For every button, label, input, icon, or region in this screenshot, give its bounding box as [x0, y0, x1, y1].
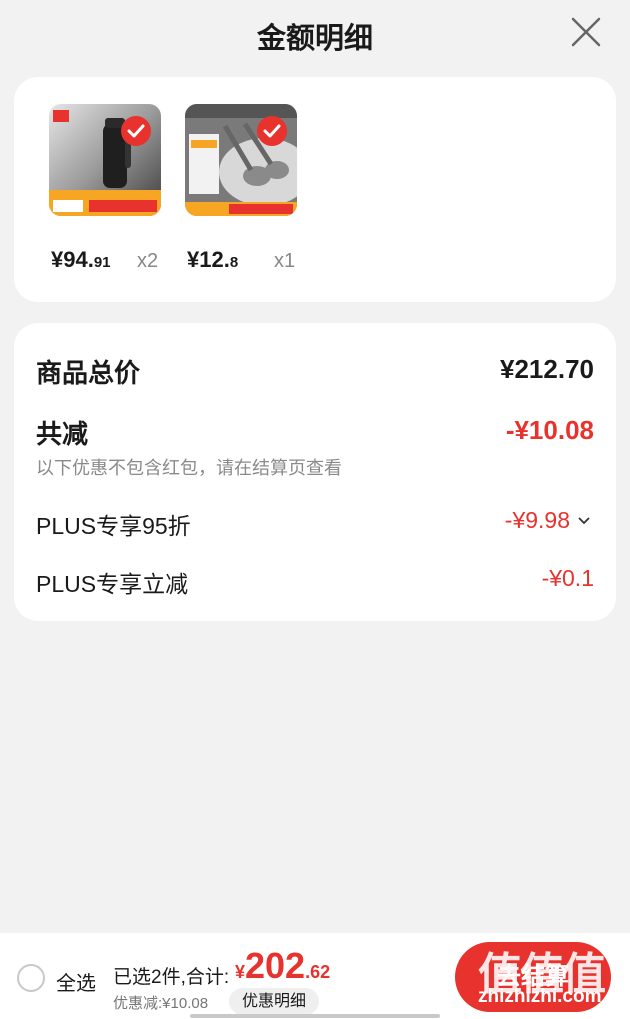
discount-summary: 优惠减:¥10.08 [113, 995, 209, 1012]
selected-count: 已选2件,合计: [113, 967, 230, 988]
selected-check-icon[interactable] [257, 116, 287, 146]
checkout-button[interactable]: 去结算 [455, 942, 611, 1012]
home-indicator[interactable] [190, 1014, 440, 1018]
modal-header: 金额明细 [0, 0, 630, 68]
total-price-label: 商品总价 [36, 358, 141, 388]
discount-item-row[interactable]: PLUS专享95折 -¥9.98 [36, 507, 594, 539]
selected-check-icon[interactable] [121, 116, 151, 146]
reduce-value: -¥10.08 [505, 415, 594, 445]
product-quantity: x2 [137, 250, 159, 272]
discount-item-value: -¥0.1 [541, 565, 594, 591]
page-title: 金额明细 [256, 23, 373, 55]
product-price: ¥12.8 [187, 247, 239, 272]
amount-summary-card: 商品总价 ¥212.70 共减 -¥10.08 以下优惠不包含红包，请在结算页查… [14, 323, 616, 621]
total-price-value: ¥212.70 [500, 354, 594, 384]
product-quantity: x1 [274, 250, 296, 272]
select-all-label[interactable]: 全选 [56, 967, 96, 996]
close-icon[interactable] [570, 16, 602, 48]
discount-item-row: PLUS专享立减 -¥0.1 [36, 565, 594, 597]
discount-note-row: 以下优惠不包含红包，请在结算页查看 [36, 454, 594, 478]
reduce-row: 共减 -¥10.08 [36, 414, 594, 449]
select-all-radio[interactable] [17, 964, 45, 992]
reduce-label: 共减 [36, 419, 89, 449]
total-amount: ¥202.62 [235, 945, 331, 986]
total-price-row: 商品总价 ¥212.70 [36, 353, 594, 388]
product-price: ¥94.91 [51, 247, 111, 272]
discount-item-value: -¥9.98 [504, 507, 570, 533]
discount-item-label: PLUS专享95折 [36, 513, 191, 539]
discount-detail-button[interactable]: 优惠明细 [229, 988, 319, 1015]
discount-item-label: PLUS专享立减 [36, 571, 189, 597]
checkout-bar: 全选 已选2件,合计: ¥202.62 优惠减:¥10.08 优惠明细 去结算 [0, 933, 630, 1019]
chevron-down-icon[interactable] [578, 517, 590, 525]
discount-note: 以下优惠不包含红包，请在结算页查看 [36, 458, 342, 478]
products-card: ¥94.91 x2 ¥12.8 x1 [14, 77, 616, 302]
